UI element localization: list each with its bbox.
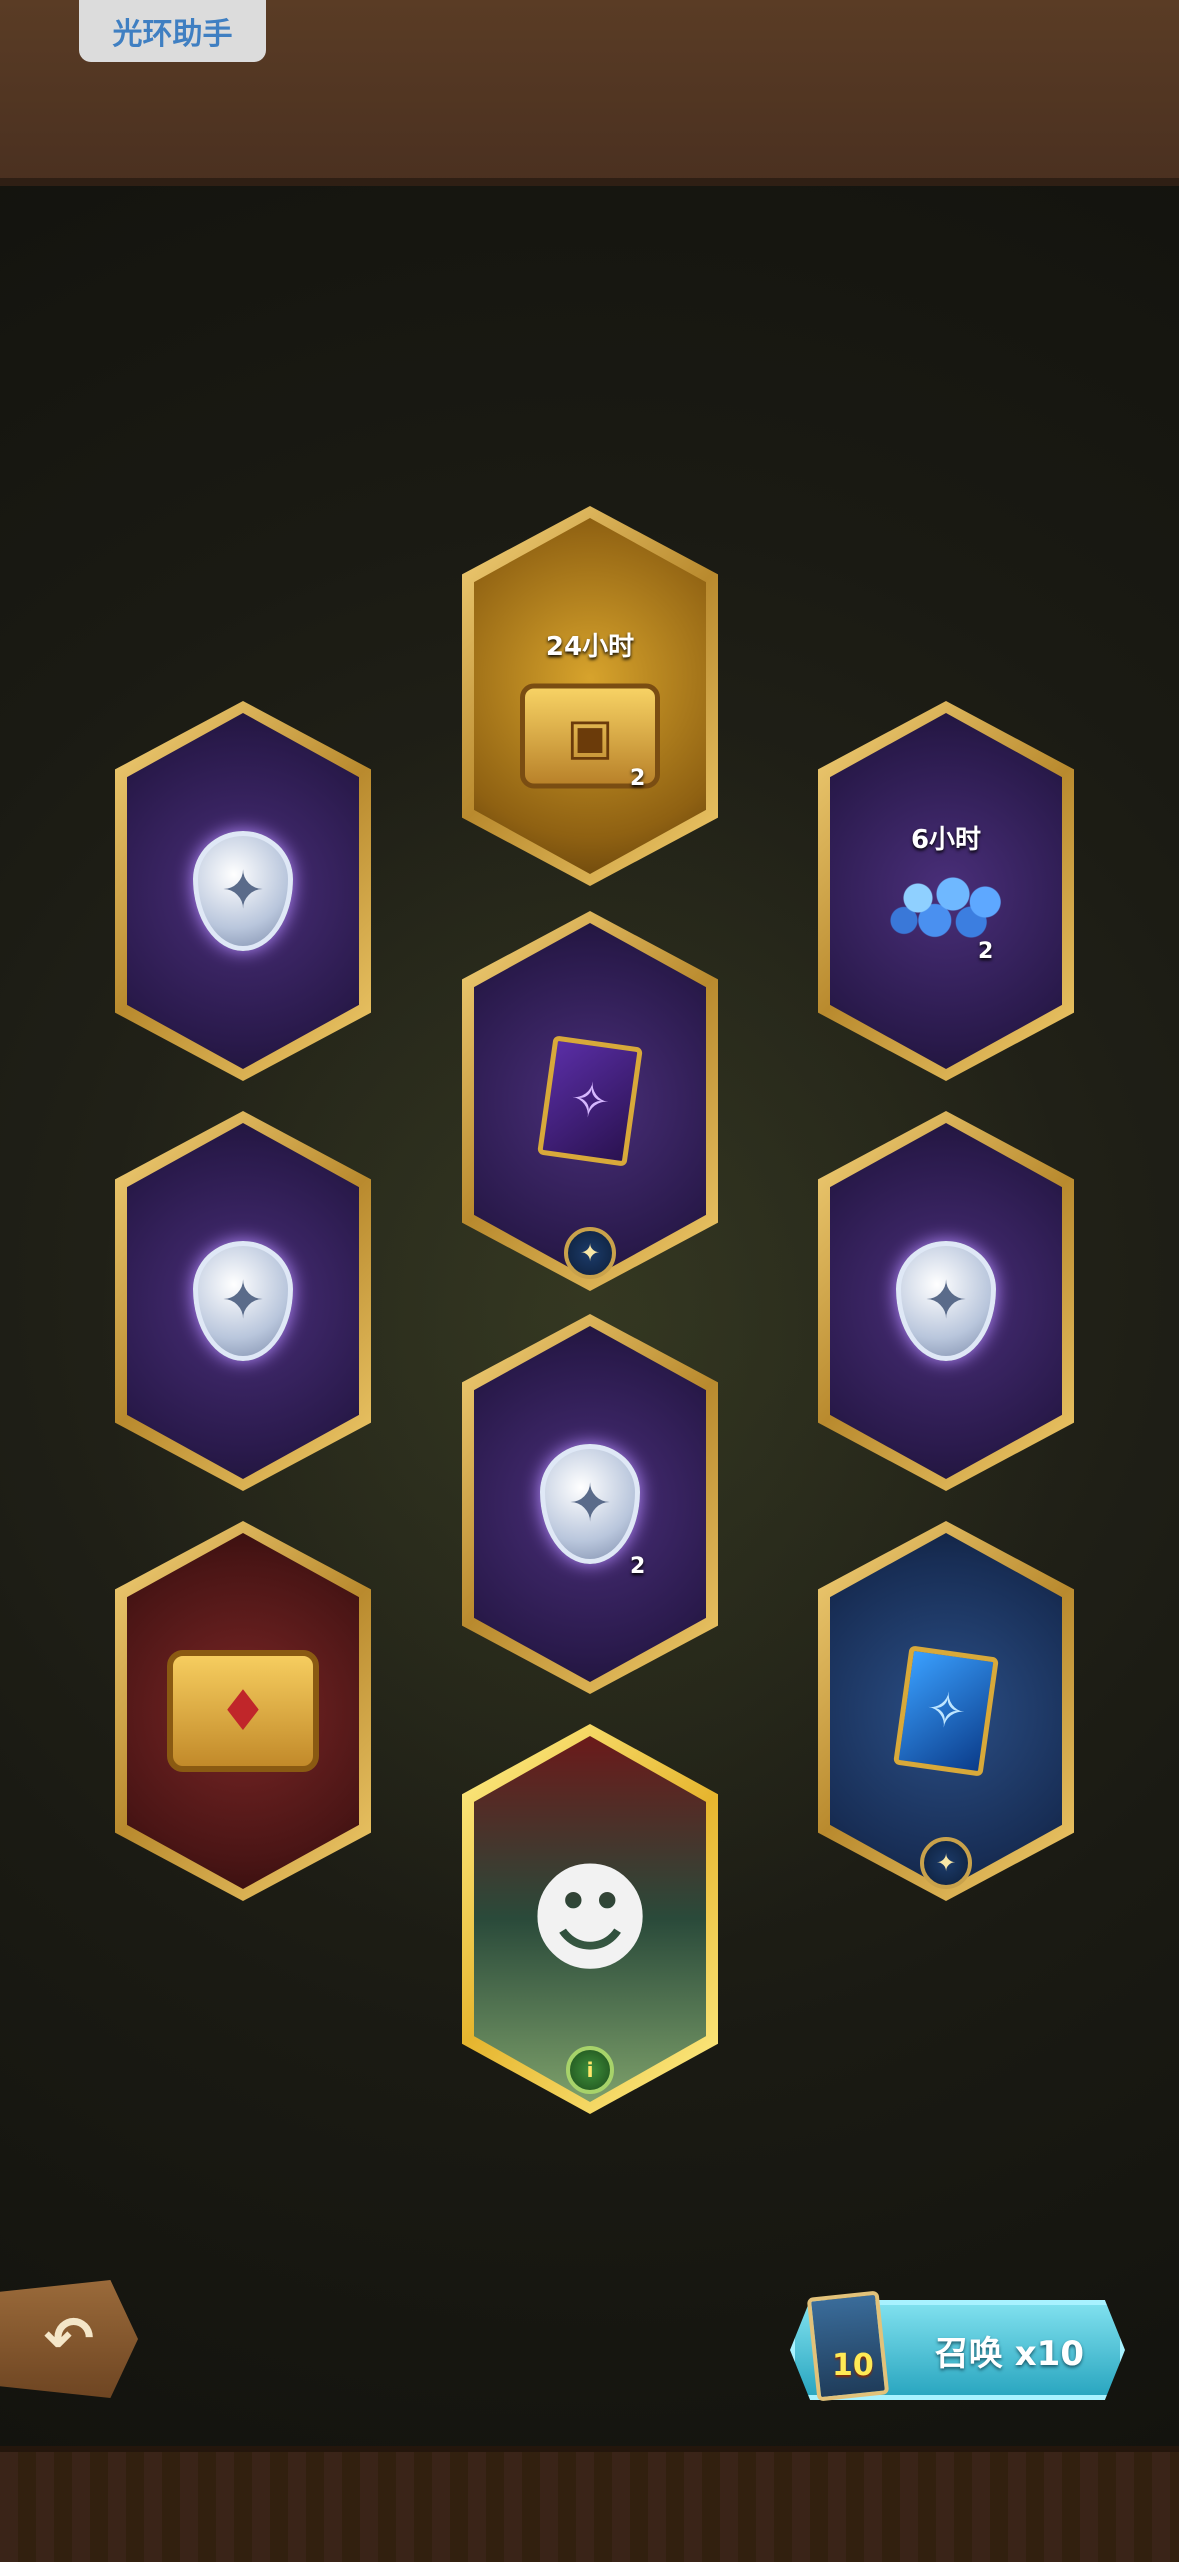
ticket-count: 10 — [832, 2348, 874, 2383]
tile-shield-3[interactable]: ✦ — [818, 1111, 1074, 1491]
tile-shield-2[interactable]: ✦ — [115, 1111, 371, 1491]
star-badge-icon: ✦ — [920, 1837, 972, 1889]
assist-tag[interactable]: 光环助手 — [79, 0, 266, 62]
treasure-chest-icon: ♦ — [167, 1650, 319, 1772]
top-bar: 光环助手 — [0, 0, 1179, 186]
item-count: 2 — [630, 1554, 646, 1579]
tile-red-chest[interactable]: ♦ — [115, 1521, 371, 1901]
back-button[interactable]: ↶ — [0, 2280, 138, 2398]
tile-gems[interactable]: 6小时 2 — [818, 701, 1074, 1081]
purple-card-icon: ✧ — [537, 1035, 643, 1167]
tile-purple-card[interactable]: ✧ ✦ — [462, 911, 718, 1291]
tile-gold-chest[interactable]: 24小时 ▣ 2 — [462, 506, 718, 886]
summon-label: 召唤 x10 — [934, 2333, 1084, 2374]
tile-time-label: 6小时 — [910, 825, 982, 855]
item-count: 2 — [978, 939, 994, 964]
star-badge-icon: ✦ — [564, 1227, 616, 1279]
gem-pile-icon — [876, 866, 1016, 946]
bottom-bar — [0, 2446, 1179, 2562]
reward-board: 24小时 ▣ 2 ✦ ✦ ♦ 6小时 2 ✦ ✧ ✦ ✧ ✦ ✦ 2 ☻ i — [0, 186, 1179, 2446]
hero-badge-icon: i — [566, 2046, 614, 2094]
tile-shield-1[interactable]: ✦ — [115, 701, 371, 1081]
tile-shield-4[interactable]: ✦ 2 — [462, 1314, 718, 1694]
tile-blue-card[interactable]: ✧ ✦ — [818, 1521, 1074, 1901]
tile-hero[interactable]: ☻ i — [462, 1724, 718, 2114]
summon-ticket-icon — [806, 2290, 890, 2402]
blue-card-icon: ✧ — [893, 1645, 999, 1777]
tile-time-label: 24小时 — [545, 632, 635, 662]
item-count: 2 — [630, 766, 646, 791]
